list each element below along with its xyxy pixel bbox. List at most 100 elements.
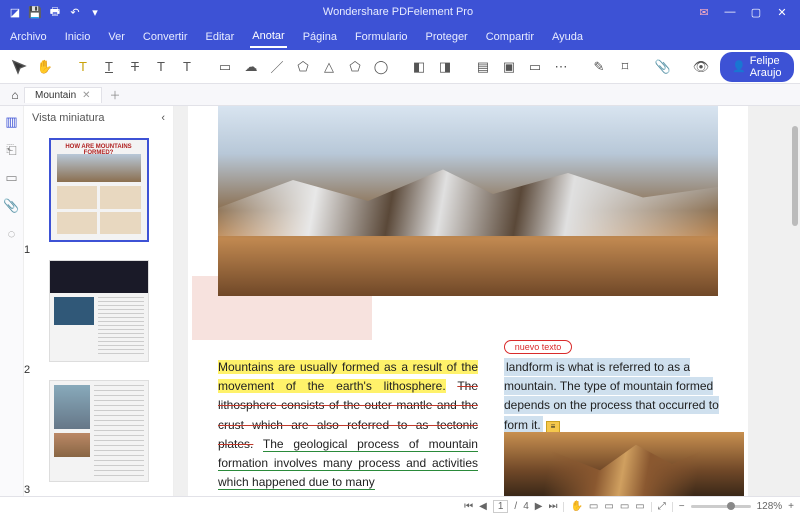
oval-shape-icon[interactable]: ◯ <box>372 58 390 76</box>
thumbnail-page-2[interactable] <box>49 260 149 362</box>
rectangle-shape-icon[interactable]: ▭ <box>216 58 234 76</box>
secondary-image <box>504 432 744 496</box>
area-eraser-tool-icon[interactable]: ◨ <box>436 58 454 76</box>
hero-image <box>218 106 718 296</box>
cloud-shape-icon[interactable]: ☁ <box>242 58 260 76</box>
page-sep: / <box>514 501 517 512</box>
underlined-text: The geological process of mountain forma… <box>218 437 478 490</box>
more-shapes-icon[interactable]: ⋯ <box>552 58 570 76</box>
fit-page-icon[interactable]: ▭ <box>604 501 613 512</box>
thumbnail-label: 2 <box>24 364 173 376</box>
callout-tool-icon[interactable]: ▭ <box>526 58 544 76</box>
stamp-tool-icon[interactable]: ⌑ <box>616 58 634 76</box>
page-navigator[interactable]: ⏮ ◀ 1 / 4 ▶ ⏭ <box>458 500 563 513</box>
collapse-panel-icon[interactable]: ‹ <box>161 112 165 124</box>
thumbnails-list[interactable]: HOW ARE MOUNTAINS FORMED? 1 2 3 <box>24 130 173 496</box>
textbox-tool-icon[interactable]: ▣ <box>500 58 518 76</box>
line-shape-icon[interactable]: ／ <box>268 58 286 76</box>
app-logo-icon[interactable]: ◪ <box>8 5 22 19</box>
strikethrough-tool-icon[interactable]: T <box>126 58 144 76</box>
notification-icon[interactable]: ✉ <box>692 6 716 19</box>
continuous-icon[interactable]: ▭ <box>635 501 644 512</box>
polygon-shape-icon[interactable]: ⬠ <box>294 58 312 76</box>
menu-ver[interactable]: Ver <box>106 27 127 47</box>
zoom-slider[interactable] <box>691 505 751 508</box>
right-column-text[interactable]: landform is what is referred to as a mou… <box>504 358 744 435</box>
hand-tool-icon[interactable]: ✋ <box>36 58 54 76</box>
menu-ayuda[interactable]: Ayuda <box>550 27 585 47</box>
close-button[interactable]: ✕ <box>770 6 794 19</box>
home-tab-icon[interactable]: ⌂ <box>6 88 24 102</box>
left-rail: ▥ ⎗ ▭ 📎 ◌ <box>0 106 24 496</box>
document-tab[interactable]: Mountain ✕ <box>24 87 102 103</box>
close-tab-icon[interactable]: ✕ <box>82 90 90 101</box>
minimize-button[interactable]: — <box>718 6 742 19</box>
thumbnails-panel: Vista miniatura ‹ HOW ARE MOUNTAINS FORM… <box>24 106 174 496</box>
menu-archivo[interactable]: Archivo <box>8 27 49 47</box>
underline-tool-icon[interactable]: T <box>100 58 118 76</box>
zoom-out-button[interactable]: − <box>679 501 685 512</box>
menu-proteger[interactable]: Proteger <box>424 27 470 47</box>
document-tabs: ⌂ Mountain ✕ ＋ <box>0 84 800 106</box>
page-current[interactable]: 1 <box>493 500 509 513</box>
fit-width-icon[interactable]: ▭ <box>589 501 598 512</box>
tags-panel-icon[interactable]: ▭ <box>5 170 17 186</box>
zoom-in-button[interactable]: + <box>788 501 794 512</box>
fullscreen-icon[interactable]: ⤢ <box>658 501 666 512</box>
thumbnail-page-1[interactable]: HOW ARE MOUNTAINS FORMED? <box>49 138 149 242</box>
quick-access-toolbar: ◪ 💾 🖶 ↶ ▾ <box>0 5 110 19</box>
maximize-button[interactable]: ▢ <box>744 6 768 19</box>
menu-compartir[interactable]: Compartir <box>484 27 536 47</box>
thumbnails-header: Vista miniatura ‹ <box>24 106 173 130</box>
undo-icon[interactable]: ↶ <box>68 5 82 19</box>
squiggly-tool-icon[interactable]: T <box>152 58 170 76</box>
redo-dropdown-icon[interactable]: ▾ <box>88 5 102 19</box>
window-controls: ✉ — ▢ ✕ <box>686 6 800 19</box>
user-account-button[interactable]: 👤 Felipe Araujo <box>720 52 794 82</box>
next-page-icon[interactable]: ▶ <box>535 501 543 512</box>
caret-tool-icon[interactable]: T <box>178 58 196 76</box>
comments-panel-icon[interactable]: ◌ <box>8 226 16 241</box>
zoom-controls: − 128% + <box>673 501 800 512</box>
pentagon-shape-icon[interactable]: ⬠ <box>346 58 364 76</box>
attachment-tool-icon[interactable]: 📎 <box>654 58 672 76</box>
status-bar: ⏮ ◀ 1 / 4 ▶ ⏭ ✋ ▭ ▭ ▭ ▭ ⤢ − 128% + <box>0 496 800 516</box>
menu-formulario[interactable]: Formulario <box>353 27 410 47</box>
two-page-icon[interactable]: ▭ <box>620 501 629 512</box>
eraser-tool-icon[interactable]: ◧ <box>410 58 428 76</box>
arrow-shape-icon[interactable]: △ <box>320 58 338 76</box>
menu-pagina[interactable]: Página <box>301 27 339 47</box>
signature-tool-icon[interactable]: ✎ <box>590 58 608 76</box>
last-page-icon[interactable]: ⏭ <box>548 501 557 512</box>
menu-anotar[interactable]: Anotar <box>250 26 286 48</box>
thumbnails-panel-icon[interactable]: ▥ <box>5 114 17 130</box>
left-column-text[interactable]: Mountains are usually formed as a result… <box>218 358 478 492</box>
menu-convertir[interactable]: Convertir <box>141 27 190 47</box>
menu-editar[interactable]: Editar <box>204 27 237 47</box>
oval-annotation[interactable]: nuevo texto <box>504 340 572 354</box>
attachments-panel-icon[interactable]: 📎 <box>3 198 19 214</box>
sticky-note-icon[interactable]: ▤ <box>474 58 492 76</box>
bookmarks-panel-icon[interactable]: ⎗ <box>6 142 16 158</box>
vertical-scrollbar[interactable] <box>792 126 798 226</box>
first-page-icon[interactable]: ⏮ <box>464 501 473 512</box>
hand-mode-icon[interactable]: ✋ <box>570 501 582 512</box>
highlight-tool-icon[interactable]: T <box>74 58 92 76</box>
thumbnail-page-3[interactable] <box>49 380 149 482</box>
zoom-level[interactable]: 128% <box>757 501 783 512</box>
title-bar: ◪ 💾 🖶 ↶ ▾ Wondershare PDFelement Pro ✉ —… <box>0 0 800 24</box>
sticky-note-annotation-icon[interactable]: ≡ <box>546 421 560 433</box>
hide-annotations-icon[interactable]: 👁 <box>692 58 710 76</box>
menu-inicio[interactable]: Inicio <box>63 27 93 47</box>
user-name: Felipe Araujo <box>750 55 782 79</box>
print-icon[interactable]: 🖶 <box>48 5 62 19</box>
select-tool-icon[interactable] <box>10 58 28 76</box>
document-tab-label: Mountain <box>35 90 76 101</box>
prev-page-icon[interactable]: ◀ <box>479 501 487 512</box>
thumbnail-label: 3 <box>24 484 173 496</box>
thumbnails-title: Vista miniatura <box>32 112 105 124</box>
menu-bar: Archivo Inicio Ver Convertir Editar Anot… <box>0 24 800 50</box>
new-tab-button[interactable]: ＋ <box>102 87 129 103</box>
save-icon[interactable]: 💾 <box>28 5 42 19</box>
document-viewport[interactable]: nuevo texto Mountains are usually formed… <box>174 106 800 496</box>
